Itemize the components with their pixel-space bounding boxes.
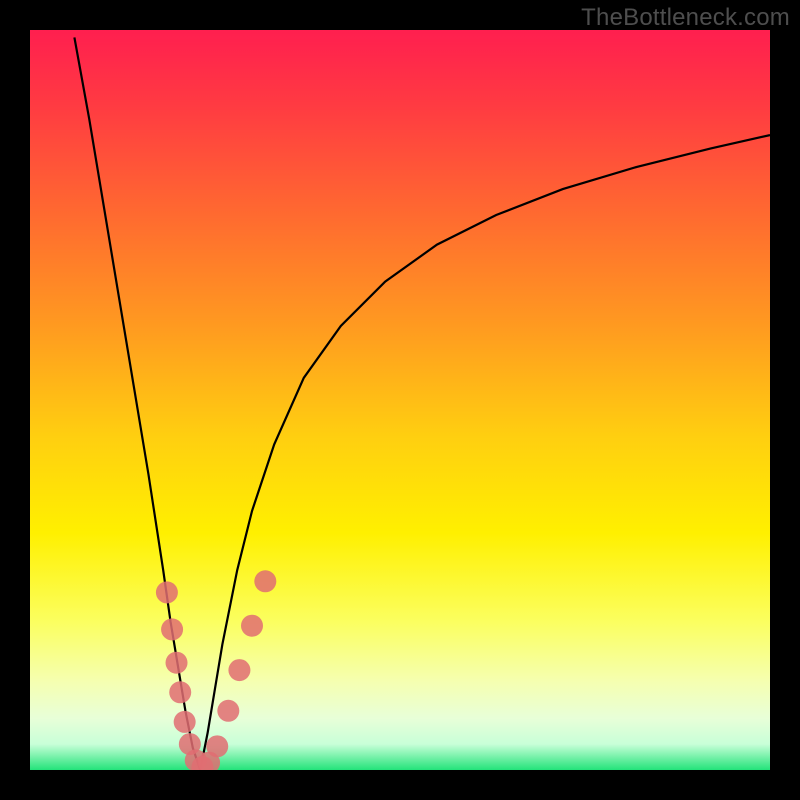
marker-point bbox=[206, 735, 228, 757]
marker-point bbox=[174, 711, 196, 733]
marker-point bbox=[156, 581, 178, 603]
plot-area bbox=[30, 30, 770, 770]
marker-point bbox=[228, 659, 250, 681]
plot-svg bbox=[30, 30, 770, 770]
marker-point bbox=[254, 570, 276, 592]
watermark-text: TheBottleneck.com bbox=[581, 4, 790, 32]
gradient-background bbox=[30, 30, 770, 770]
marker-point bbox=[241, 615, 263, 637]
marker-point bbox=[161, 618, 183, 640]
marker-point bbox=[169, 681, 191, 703]
marker-point bbox=[166, 652, 188, 674]
marker-point bbox=[217, 700, 239, 722]
chart-frame: TheBottleneck.com bbox=[0, 0, 800, 800]
